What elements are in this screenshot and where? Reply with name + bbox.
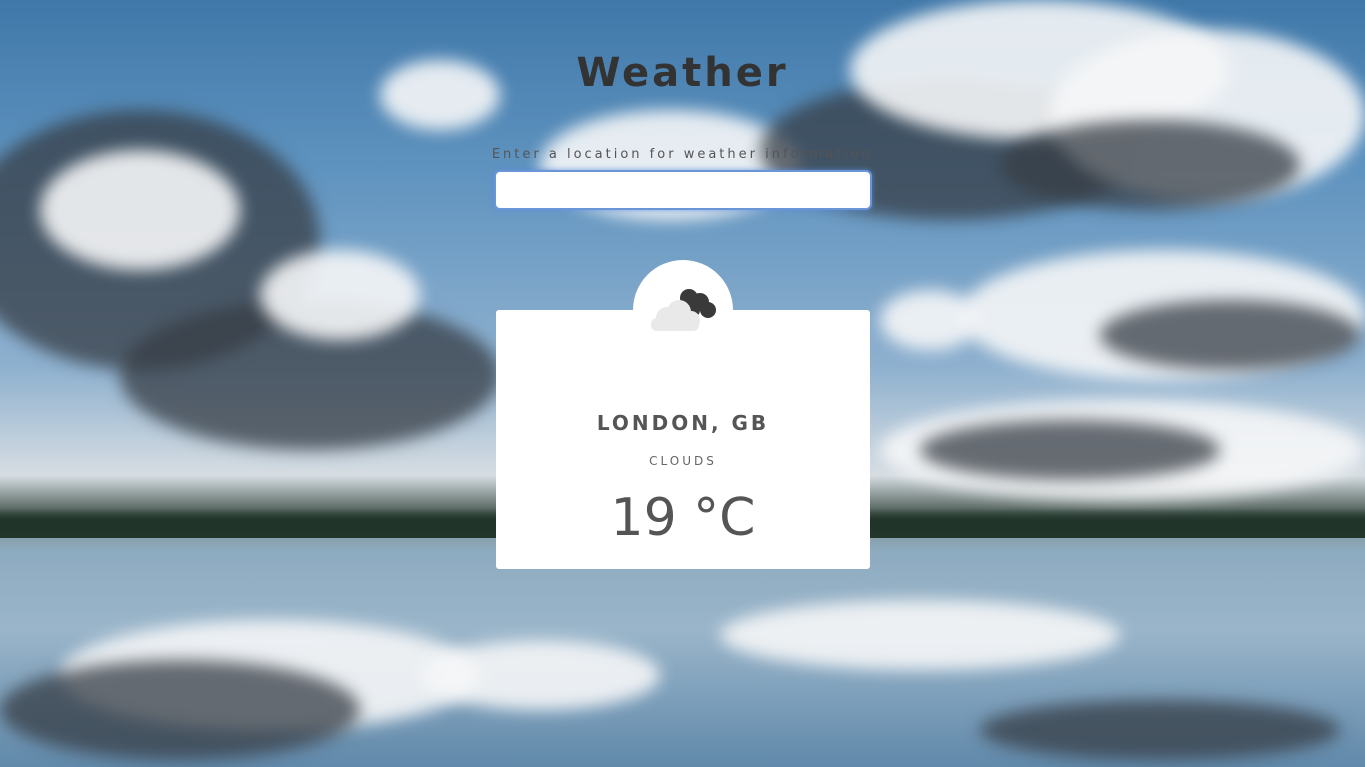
page-title: Weather bbox=[576, 50, 789, 96]
search-label: Enter a location for weather information bbox=[491, 147, 874, 162]
clouds-icon bbox=[651, 289, 716, 331]
weather-icon-badge bbox=[633, 260, 733, 360]
location-name: LONDON, GB bbox=[596, 411, 770, 435]
weather-condition: CLOUDS bbox=[649, 454, 717, 468]
temperature-value: 19 °C bbox=[610, 488, 756, 548]
location-search-input[interactable] bbox=[494, 170, 872, 210]
